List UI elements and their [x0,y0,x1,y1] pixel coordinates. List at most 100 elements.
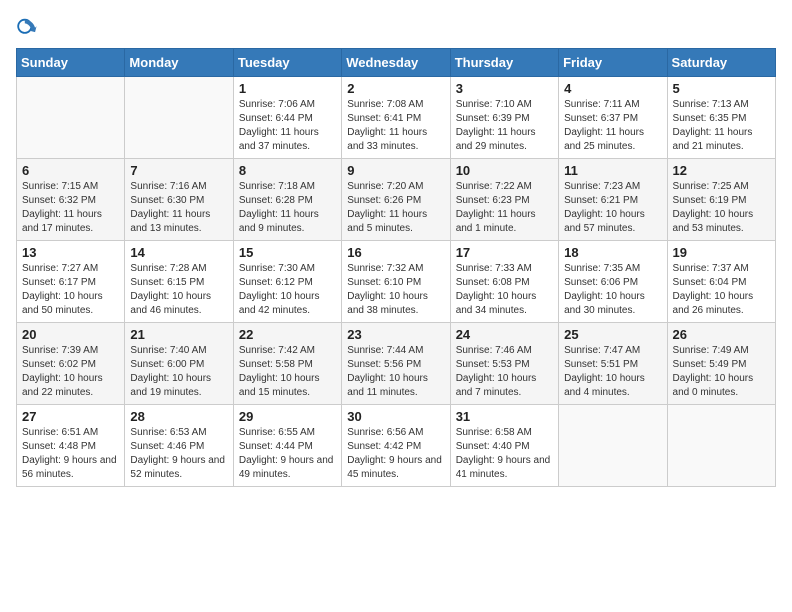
day-info: Sunrise: 7:28 AM Sunset: 6:15 PM Dayligh… [130,262,227,318]
day-number: 6 [22,163,119,178]
calendar-cell: 27Sunrise: 6:51 AM Sunset: 4:48 PM Dayli… [17,405,125,487]
day-info: Sunrise: 7:06 AM Sunset: 6:44 PM Dayligh… [239,98,336,154]
day-info: Sunrise: 7:13 AM Sunset: 6:35 PM Dayligh… [673,98,770,154]
day-number: 22 [239,327,336,342]
day-info: Sunrise: 7:08 AM Sunset: 6:41 PM Dayligh… [347,98,444,154]
day-info: Sunrise: 7:40 AM Sunset: 6:00 PM Dayligh… [130,344,227,400]
calendar-cell [559,405,667,487]
calendar-cell: 4Sunrise: 7:11 AM Sunset: 6:37 PM Daylig… [559,77,667,159]
day-info: Sunrise: 7:23 AM Sunset: 6:21 PM Dayligh… [564,180,661,236]
day-number: 8 [239,163,336,178]
day-info: Sunrise: 7:49 AM Sunset: 5:49 PM Dayligh… [673,344,770,400]
calendar-header-saturday: Saturday [667,49,775,77]
calendar-cell: 20 Sunrise: 7:39 AM Sunset: 6:02 PM Dayli… [17,323,125,405]
day-info: Sunrise: 7:39 AM Sunset: 6:02 PM Dayligh… [22,344,119,400]
day-number: 17 [456,245,553,260]
logo [16,16,42,38]
day-info: Sunrise: 7:47 AM Sunset: 5:51 PM Dayligh… [564,344,661,400]
calendar-week-row: 6 Sunrise: 7:15 AM Sunset: 6:32 PM Daylig… [17,159,776,241]
day-info: Sunrise: 7:15 AM Sunset: 6:32 PM Dayligh… [22,180,119,236]
day-number: 30 [347,409,444,424]
calendar-header-sunday: Sunday [17,49,125,77]
calendar-week-row: 13 Sunrise: 7:27 AM Sunset: 6:17 PM Dayli… [17,241,776,323]
calendar-cell: 31 Sunrise: 6:58 AM Sunset: 4:40 PM Dayli… [450,405,558,487]
calendar-cell: 18 Sunrise: 7:35 AM Sunset: 6:06 PM Dayli… [559,241,667,323]
day-info: Sunrise: 7:32 AM Sunset: 6:10 PM Dayligh… [347,262,444,318]
calendar-cell: 1 Sunrise: 7:06 AM Sunset: 6:44 PM Daylig… [233,77,341,159]
calendar-cell: 11 Sunrise: 7:23 AM Sunset: 6:21 PM Dayli… [559,159,667,241]
day-number: 11 [564,163,661,178]
calendar-cell: 12 Sunrise: 7:25 AM Sunset: 6:19 PM Dayli… [667,159,775,241]
day-number: 29 [239,409,336,424]
calendar-cell: 13 Sunrise: 7:27 AM Sunset: 6:17 PM Dayli… [17,241,125,323]
calendar-cell: 30 Sunrise: 6:56 AM Sunset: 4:42 PM Dayli… [342,405,450,487]
calendar-cell: 16 Sunrise: 7:32 AM Sunset: 6:10 PM Dayli… [342,241,450,323]
day-number: 24 [456,327,553,342]
calendar-cell: 19 Sunrise: 7:37 AM Sunset: 6:04 PM Dayli… [667,241,775,323]
calendar-cell: 9 Sunrise: 7:20 AM Sunset: 6:26 PM Daylig… [342,159,450,241]
day-number: 15 [239,245,336,260]
calendar-header-monday: Monday [125,49,233,77]
day-number: 19 [673,245,770,260]
day-info: Sunrise: 7:20 AM Sunset: 6:26 PM Dayligh… [347,180,444,236]
day-number: 28 [130,409,227,424]
day-number: 1 [239,81,336,96]
calendar-header-friday: Friday [559,49,667,77]
day-info: Sunrise: 7:11 AM Sunset: 6:37 PM Dayligh… [564,98,661,154]
calendar-cell: 24 Sunrise: 7:46 AM Sunset: 5:53 PM Dayli… [450,323,558,405]
calendar-header-tuesday: Tuesday [233,49,341,77]
day-number: 25 [564,327,661,342]
day-info: Sunrise: 7:37 AM Sunset: 6:04 PM Dayligh… [673,262,770,318]
day-number: 3 [456,81,553,96]
calendar-header-thursday: Thursday [450,49,558,77]
day-number: 20 [22,327,119,342]
day-number: 5 [673,81,770,96]
day-info: Sunrise: 7:44 AM Sunset: 5:56 PM Dayligh… [347,344,444,400]
calendar-header-wednesday: Wednesday [342,49,450,77]
day-number: 10 [456,163,553,178]
day-number: 18 [564,245,661,260]
calendar-cell: 29 Sunrise: 6:55 AM Sunset: 4:44 PM Dayli… [233,405,341,487]
calendar-cell [17,77,125,159]
calendar-cell: 21 Sunrise: 7:40 AM Sunset: 6:00 PM Dayli… [125,323,233,405]
day-info: Sunrise: 7:25 AM Sunset: 6:19 PM Dayligh… [673,180,770,236]
day-info: Sunrise: 7:27 AM Sunset: 6:17 PM Dayligh… [22,262,119,318]
day-number: 26 [673,327,770,342]
calendar-cell: 3 Sunrise: 7:10 AM Sunset: 6:39 PM Daylig… [450,77,558,159]
day-number: 31 [456,409,553,424]
day-info: Sunrise: 6:56 AM Sunset: 4:42 PM Dayligh… [347,426,444,482]
calendar-cell: 6 Sunrise: 7:15 AM Sunset: 6:32 PM Daylig… [17,159,125,241]
day-info: Sunrise: 7:10 AM Sunset: 6:39 PM Dayligh… [456,98,553,154]
day-info: Sunrise: 6:53 AM Sunset: 4:46 PM Dayligh… [130,426,227,482]
day-number: 12 [673,163,770,178]
day-number: 2 [347,81,444,96]
day-number: 7 [130,163,227,178]
calendar-cell: 15Sunrise: 7:30 AM Sunset: 6:12 PM Dayli… [233,241,341,323]
calendar-cell: 5 Sunrise: 7:13 AM Sunset: 6:35 PM Daylig… [667,77,775,159]
day-number: 13 [22,245,119,260]
calendar-cell: 23Sunrise: 7:44 AM Sunset: 5:56 PM Dayli… [342,323,450,405]
day-number: 14 [130,245,227,260]
day-info: Sunrise: 7:33 AM Sunset: 6:08 PM Dayligh… [456,262,553,318]
day-number: 16 [347,245,444,260]
day-info: Sunrise: 7:42 AM Sunset: 5:58 PM Dayligh… [239,344,336,400]
logo-icon [16,16,38,38]
calendar-week-row: 27Sunrise: 6:51 AM Sunset: 4:48 PM Dayli… [17,405,776,487]
calendar-cell: 28 Sunrise: 6:53 AM Sunset: 4:46 PM Dayli… [125,405,233,487]
calendar-cell [667,405,775,487]
day-info: Sunrise: 7:35 AM Sunset: 6:06 PM Dayligh… [564,262,661,318]
calendar-cell [125,77,233,159]
day-info: Sunrise: 7:16 AM Sunset: 6:30 PM Dayligh… [130,180,227,236]
day-info: Sunrise: 6:58 AM Sunset: 4:40 PM Dayligh… [456,426,553,482]
day-number: 9 [347,163,444,178]
calendar-cell: 22 Sunrise: 7:42 AM Sunset: 5:58 PM Dayli… [233,323,341,405]
calendar-cell: 25 Sunrise: 7:47 AM Sunset: 5:51 PM Dayli… [559,323,667,405]
calendar-cell: 2 Sunrise: 7:08 AM Sunset: 6:41 PM Daylig… [342,77,450,159]
day-number: 21 [130,327,227,342]
day-info: Sunrise: 7:18 AM Sunset: 6:28 PM Dayligh… [239,180,336,236]
day-info: Sunrise: 7:22 AM Sunset: 6:23 PM Dayligh… [456,180,553,236]
calendar-body: 1 Sunrise: 7:06 AM Sunset: 6:44 PM Daylig… [17,77,776,487]
calendar-week-row: 20 Sunrise: 7:39 AM Sunset: 6:02 PM Dayli… [17,323,776,405]
day-info: Sunrise: 6:55 AM Sunset: 4:44 PM Dayligh… [239,426,336,482]
day-info: Sunrise: 7:46 AM Sunset: 5:53 PM Dayligh… [456,344,553,400]
